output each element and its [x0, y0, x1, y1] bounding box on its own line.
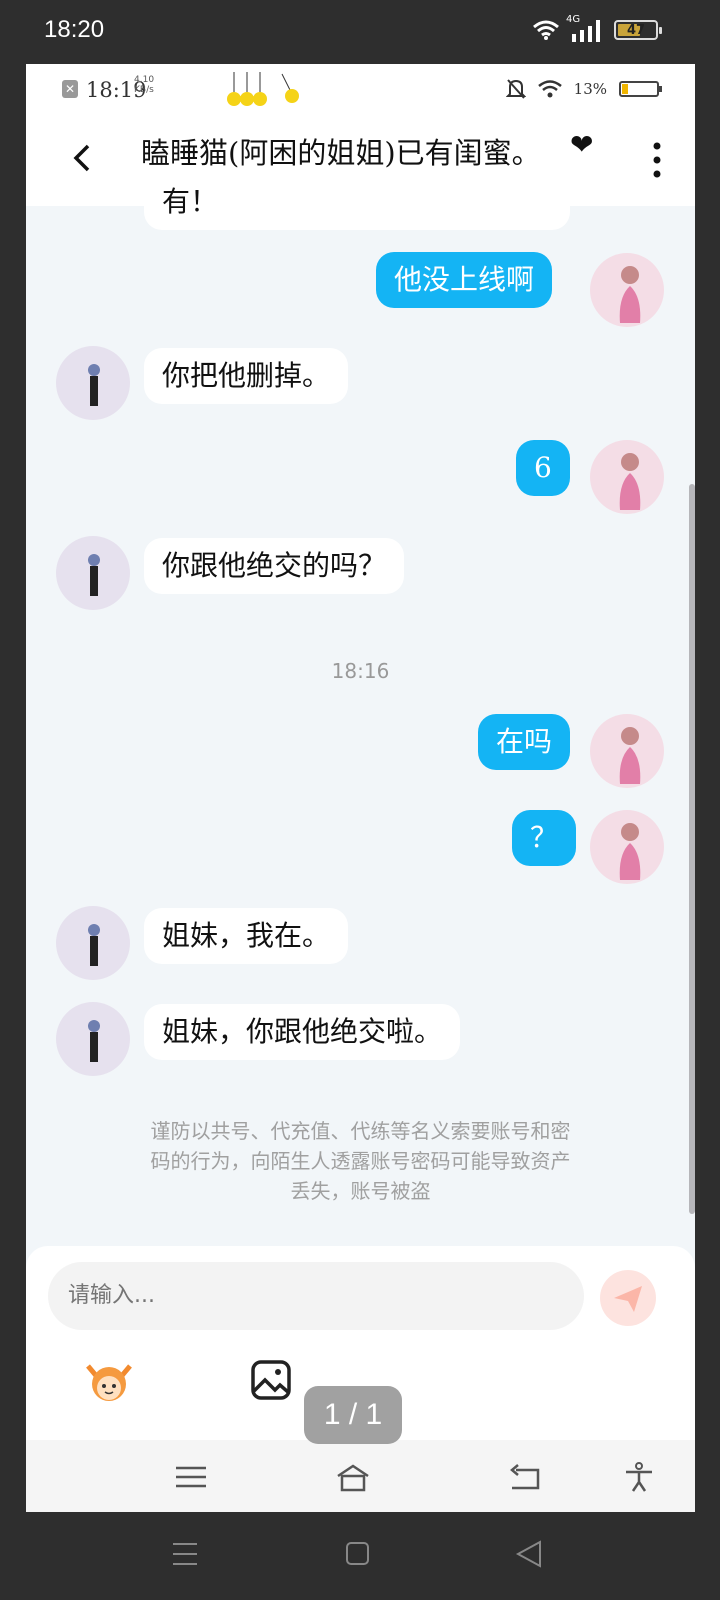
page-indicator: 1 / 1 [304, 1386, 402, 1444]
signal-icon [572, 20, 600, 42]
mute-bell-icon [505, 79, 526, 99]
network-speed: 4.10 KB/s [134, 75, 154, 95]
image-icon[interactable] [250, 1359, 292, 1401]
message-bubble[interactable]: 6 [516, 440, 570, 496]
message-bubble[interactable]: ？ [512, 810, 577, 866]
return-icon[interactable] [508, 1462, 542, 1492]
avatar[interactable] [590, 714, 664, 788]
avatar[interactable] [590, 440, 664, 514]
message-bubble[interactable]: 你把他删掉。 [144, 348, 349, 404]
system-back-icon[interactable] [515, 1540, 541, 1568]
emoji-icon[interactable] [82, 1358, 136, 1402]
inner-battery-icon [619, 81, 662, 97]
close-notification-icon: ✕ [62, 80, 78, 98]
system-home-icon[interactable] [346, 1542, 369, 1565]
battery-level: 47 [626, 22, 646, 38]
message-input[interactable] [48, 1262, 584, 1330]
message-timestamp: 18:16 [331, 659, 390, 683]
home-icon[interactable] [336, 1462, 370, 1492]
notice-line: 丢失，账号被盗 [290, 1179, 431, 1203]
avatar[interactable] [56, 906, 130, 980]
system-navigation-bar [173, 1540, 541, 1568]
avatar[interactable] [56, 346, 130, 420]
message-bubble[interactable]: 在吗 [478, 714, 571, 770]
speed-unit: KB/s [134, 85, 154, 95]
message-bubble[interactable]: 有！ [144, 176, 570, 230]
message-bubble[interactable]: 姐妹，我在。 [144, 908, 349, 964]
inner-wifi-icon [537, 80, 562, 98]
message-bubble[interactable]: 姐妹，你跟他绝交啦。 [144, 1004, 461, 1060]
inner-status-bar: ✕ 18:19 4.10 KB/s 13% [26, 64, 695, 114]
wifi-icon [533, 20, 559, 40]
speed-value: 4.10 [134, 75, 155, 85]
battery-indicator: 47 [614, 20, 662, 40]
heart-icon[interactable]: ❤ [570, 128, 593, 161]
avatar[interactable] [590, 810, 664, 884]
accessibility-icon[interactable] [622, 1462, 656, 1492]
more-icon[interactable] [653, 142, 661, 178]
chick-decoration-icon [227, 72, 299, 106]
system-menu-icon[interactable] [173, 1543, 197, 1565]
chat-title: 瞌睡猫(阿困的姐姐)已有闺蜜。 [141, 136, 541, 170]
back-icon[interactable] [68, 138, 98, 178]
system-time: 18:20 [44, 16, 105, 43]
menu-icon[interactable] [174, 1462, 208, 1492]
system-status-bar: 18:20 4G 47 [0, 0, 720, 64]
message-bubble[interactable]: 你跟他绝交的吗？ [144, 538, 405, 594]
scrollbar[interactable] [689, 484, 695, 1214]
message-list[interactable]: 有！ 他没上线啊 你把他删掉。 6 你跟他绝交的吗？ 18:16 在吗 ？ 姐妹… [26, 176, 695, 1286]
send-button[interactable] [600, 1270, 656, 1326]
notice-line: 谨防以共号、代充值、代练等名义索要账号和密 [150, 1119, 571, 1143]
system-status-icons: 4G 47 [532, 14, 662, 42]
inner-battery-percent: 13% [573, 80, 607, 98]
message-bubble[interactable]: 他没上线啊 [376, 252, 553, 308]
security-notice: 谨防以共号、代充值、代练等名义索要账号和密 码的行为，向陌生人透露账号密码可能导… [86, 1116, 635, 1206]
inner-navigation-bar [26, 1440, 695, 1512]
avatar[interactable] [56, 1002, 130, 1076]
inner-status-icons: 13% [505, 78, 662, 100]
send-icon [614, 1286, 642, 1312]
mirrored-phone-screen: ✕ 18:19 4.10 KB/s 13% 瞌睡猫(阿困的姐姐)已有闺蜜。 ❤ … [26, 64, 695, 1512]
notice-line: 码的行为，向陌生人透露账号密码可能导致资产 [150, 1149, 571, 1173]
avatar[interactable] [56, 536, 130, 610]
avatar[interactable] [590, 253, 664, 327]
cellular-signal: 4G [566, 14, 604, 42]
